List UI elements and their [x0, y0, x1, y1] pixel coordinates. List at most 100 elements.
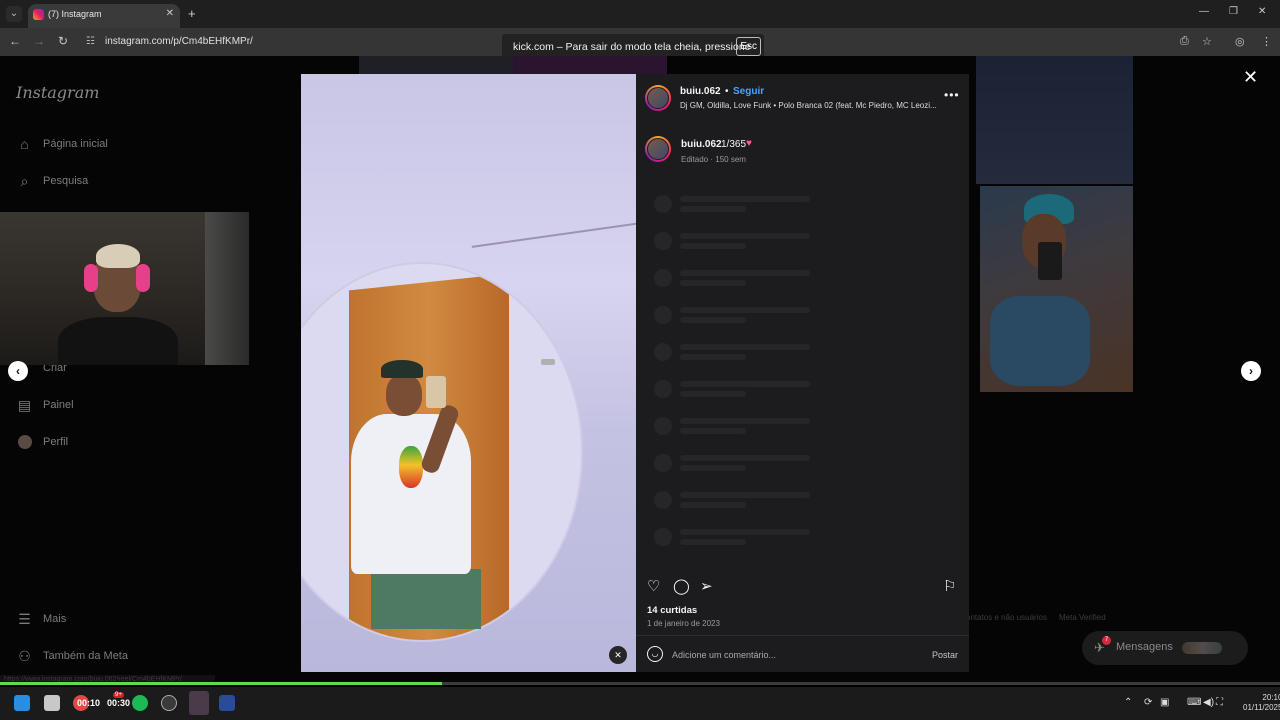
site-settings-icon[interactable]: ☷ [86, 36, 95, 47]
browser-menu-icon[interactable]: ⋮ [1261, 35, 1272, 48]
muted-icon[interactable]: ✕ [609, 646, 627, 664]
minimize-icon[interactable]: — [1199, 6, 1209, 17]
tray-chevron-icon[interactable]: ⌃ [1124, 697, 1132, 708]
phone [426, 376, 446, 408]
address-bar[interactable]: instagram.com/p/Cm4bEHfKMPr/ [105, 36, 253, 47]
tray-app-icon[interactable]: ▣ [1160, 697, 1169, 708]
install-app-icon[interactable]: ⎙ [1180, 35, 1189, 48]
footer-link-meta-verified[interactable]: Meta Verified [1059, 613, 1106, 622]
webcam-background-door [205, 212, 249, 365]
app-icon[interactable] [161, 695, 177, 711]
notification-badge: 9+ [113, 692, 124, 698]
background-photo [359, 56, 513, 74]
volume-icon[interactable]: ◀) [1203, 697, 1214, 708]
profile-icon[interactable]: ◎ [1235, 35, 1245, 48]
spotify-icon[interactable] [132, 695, 148, 711]
restore-icon[interactable]: ❐ [1229, 6, 1238, 17]
reload-icon[interactable]: ↻ [55, 34, 71, 48]
new-tab-button[interactable]: + [188, 6, 196, 21]
meta-icon: ⚇ [18, 647, 31, 664]
sidebar-item-label: Perfil [43, 436, 69, 448]
sidebar-item-label: Também da Meta [43, 650, 128, 662]
caption-username[interactable]: buiu.062 [681, 139, 722, 150]
sidebar-item-also-from-meta[interactable]: ⚇ Também da Meta [16, 646, 128, 666]
sidebar-item-home[interactable]: ⌂ Página inicial [16, 134, 108, 154]
sidebar-item-label: Pesquisa [43, 175, 89, 187]
next-post-button[interactable]: › [1241, 361, 1261, 381]
share-send-icon[interactable]: ➢ [700, 577, 713, 595]
steam-icon[interactable] [189, 691, 209, 715]
keyboard-icon[interactable]: ⌨ [1187, 697, 1201, 708]
emoji-picker-icon[interactable]: ◡ [647, 646, 663, 662]
sidebar-item-profile[interactable]: Perfil [16, 432, 68, 452]
windows-start-icon[interactable] [14, 695, 30, 711]
caption-avatar[interactable] [645, 136, 671, 162]
video-progress-bar[interactable] [0, 682, 1280, 685]
caption-meta: Editado · 150 sem [681, 155, 746, 164]
close-modal-icon[interactable]: ✕ [1243, 67, 1258, 88]
sidebar-item-dashboard[interactable]: ▤ Painel [16, 395, 74, 415]
shirt-print [399, 446, 423, 488]
person-head [386, 374, 422, 416]
bookmark-icon[interactable]: ⚐ [943, 577, 956, 595]
forward-icon[interactable]: → [31, 34, 47, 48]
windows-taskbar: 00:10 00:30 9+ ⌃ ⟳ ▣ ⌨ ◀) ⛶ 20:10 01/11/… [0, 687, 1280, 720]
clock-date: 01/11/2025 [1243, 703, 1280, 712]
like-heart-icon[interactable]: ♡ [647, 577, 660, 595]
webcam-person-hair [96, 244, 140, 268]
messages-button[interactable]: ✈ 7 Mensagens [1082, 631, 1248, 665]
tab-close-icon[interactable]: ✕ [166, 8, 174, 19]
taskbar-clock[interactable]: 20:10 01/11/2025 [1243, 693, 1280, 713]
comment-bubble-icon[interactable]: ◯ [673, 577, 690, 595]
home-icon: ⌂ [20, 136, 29, 152]
more-options-icon[interactable]: ••• [944, 88, 960, 102]
instagram-logo[interactable]: Instagram [16, 83, 99, 102]
comment-input[interactable] [672, 648, 912, 662]
search-icon: ⌕ [20, 172, 29, 189]
messages-avatars [1182, 642, 1222, 654]
footer-link-contacts[interactable]: ontatos e não usuários [966, 613, 1047, 622]
window-close-icon[interactable]: ✕ [1258, 6, 1266, 17]
menu-icon: ☰ [18, 610, 31, 627]
sidebar-item-search[interactable]: ⌕ Pesquisa [16, 171, 89, 191]
app-icon[interactable] [219, 695, 235, 711]
back-icon[interactable]: ← [7, 34, 23, 48]
profile-avatar [16, 434, 33, 451]
clock-time: 20:10 [1262, 693, 1280, 702]
audio-track-link[interactable]: Dj GM, Oldilla, Love Funk • Polo Branca … [680, 101, 936, 110]
tray-app-icon[interactable]: ⟳ [1144, 697, 1152, 708]
tab-search-button[interactable]: ⌄ [6, 6, 22, 22]
author-username[interactable]: buiu.062 [680, 86, 721, 97]
wall-crack [471, 222, 636, 248]
background-photo [513, 56, 667, 74]
follow-button[interactable]: Seguir [733, 86, 764, 97]
sidebar-item-label: Página inicial [43, 138, 108, 150]
esc-key: Esc [736, 37, 761, 56]
messages-badge: 7 [1102, 636, 1111, 645]
webcam-person-body [58, 317, 178, 365]
bookmark-star-icon[interactable]: ☆ [1202, 35, 1212, 48]
likes-count[interactable]: 14 curtidas [647, 605, 697, 616]
sidebar-item-more[interactable]: ☰ Mais [16, 609, 66, 629]
fullscreen-icon[interactable]: ⛶ [1216, 697, 1223, 708]
person-shirt [351, 414, 471, 574]
tab-instagram[interactable]: (7) Instagram ✕ [28, 4, 180, 28]
post-comment-button[interactable]: Postar [932, 650, 958, 660]
sidebar-item-label: Mais [43, 613, 67, 625]
sidebar-item-label: Painel [43, 399, 74, 411]
post-date: 1 de janeiro de 2023 [647, 619, 720, 628]
messages-label: Mensagens [1116, 641, 1173, 653]
headphone-right [136, 264, 150, 292]
post-video[interactable]: ✕ [301, 74, 636, 672]
explorer-icon[interactable] [44, 695, 60, 711]
author-avatar[interactable] [645, 85, 671, 111]
tab-strip: ⌄ (7) Instagram ✕ + — ❐ ✕ [0, 0, 1280, 28]
person-cap [381, 360, 423, 378]
headphone-left [84, 264, 98, 292]
previous-post-button[interactable]: ‹ [8, 361, 28, 381]
tab-title: (7) Instagram [48, 9, 102, 19]
divider [636, 635, 969, 636]
background-photo [976, 56, 1133, 184]
instagram-favicon-icon [33, 9, 44, 20]
heart-emoji-icon: ♥ [746, 138, 752, 149]
